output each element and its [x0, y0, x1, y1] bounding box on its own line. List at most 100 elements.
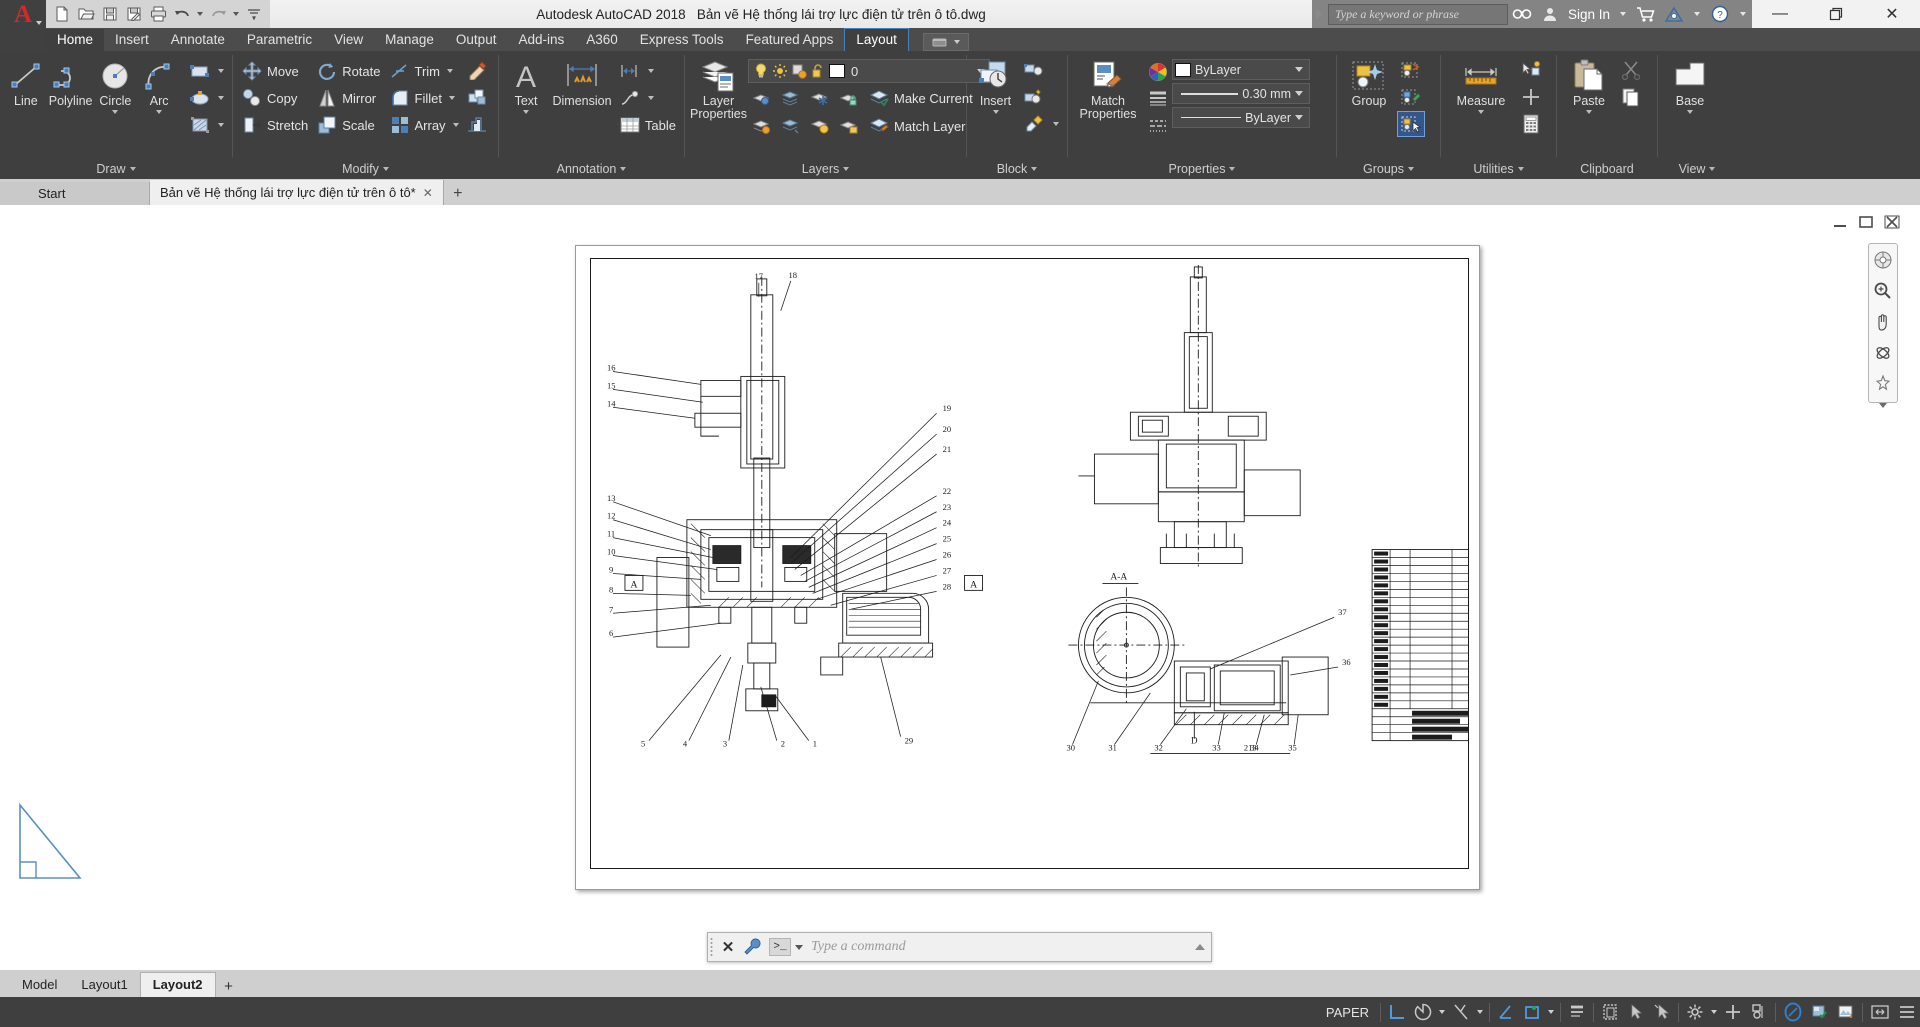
ribbon-panel-switcher[interactable]	[922, 33, 969, 51]
polyline-button[interactable]: Polyline	[48, 57, 94, 110]
orbit-icon[interactable]	[1872, 343, 1894, 363]
object-color-combo[interactable]: ByLayer	[1172, 59, 1310, 80]
add-tools-button[interactable]	[1720, 1000, 1746, 1024]
chevron-down-icon[interactable]	[647, 69, 654, 73]
define-attributes-button[interactable]	[1020, 84, 1048, 110]
help-dropdown-icon[interactable]	[1740, 12, 1746, 16]
stretch-button[interactable]: Stretch	[237, 112, 312, 138]
ribbon-tab-annotate[interactable]: Annotate	[160, 29, 236, 51]
erase-button[interactable]	[463, 57, 491, 83]
match-layer-button[interactable]: Match Layer	[864, 113, 970, 139]
linear-dimension-button[interactable]	[615, 58, 680, 84]
dimension-button[interactable]: Dimension	[549, 57, 615, 110]
layout2-tab[interactable]: Layout2	[139, 972, 216, 997]
modify-panel-title[interactable]: Modify	[233, 159, 498, 179]
layer-isolate-button[interactable]	[748, 85, 776, 111]
arc-button[interactable]: Arc	[137, 57, 181, 116]
show-motion-icon[interactable]	[1872, 374, 1894, 392]
explode-button[interactable]	[463, 84, 491, 110]
point-style-button[interactable]	[1517, 84, 1545, 110]
undo-dropdown-icon[interactable]	[197, 12, 203, 16]
pan-hand-icon[interactable]	[1872, 312, 1894, 332]
lineweight-list-button[interactable]	[1144, 86, 1172, 112]
user-account-icon[interactable]	[1536, 0, 1564, 28]
command-input[interactable]: Type a command	[803, 939, 1189, 955]
layer-unlock-button[interactable]	[835, 113, 863, 139]
move-button[interactable]: Move	[237, 58, 312, 84]
block-panel-title[interactable]: Block	[967, 159, 1067, 179]
paper-layout-sheet[interactable]: A A A-A D 213 17 18 16 15 14 13 12 11 10…	[575, 245, 1480, 890]
chevron-down-icon[interactable]	[1439, 1010, 1445, 1014]
text-button[interactable]: A Text	[503, 57, 549, 116]
navigation-bar[interactable]	[1868, 243, 1898, 408]
layer-unisolate-button[interactable]	[777, 85, 805, 111]
layer-properties-button[interactable]: Layer Properties	[689, 57, 748, 123]
ribbon-tab-express-tools[interactable]: Express Tools	[629, 29, 735, 51]
transparency-button[interactable]	[1597, 1000, 1623, 1024]
scale-button[interactable]: Scale	[312, 112, 384, 138]
open-file-icon[interactable]	[75, 3, 97, 25]
command-line-bar[interactable]: ✕ >_ Type a command	[707, 932, 1212, 962]
workspace-switching-button[interactable]	[1682, 1000, 1708, 1024]
command-history-expand-button[interactable]	[1189, 942, 1211, 952]
search-expand-icon[interactable]	[1315, 9, 1322, 19]
chevron-down-icon[interactable]	[447, 69, 454, 73]
layer-thaw-button[interactable]	[777, 113, 805, 139]
ribbon-tab-layout[interactable]: Layout	[844, 28, 909, 51]
store-cart-icon[interactable]	[1632, 0, 1660, 28]
ribbon-tab-output[interactable]: Output	[445, 29, 508, 51]
chevron-down-icon[interactable]	[1477, 1010, 1483, 1014]
customization-menu-button[interactable]	[1894, 1000, 1920, 1024]
edit-block-button[interactable]	[1020, 111, 1063, 137]
ribbon-tab-featured-apps[interactable]: Featured Apps	[735, 29, 845, 51]
ellipse-button[interactable]	[185, 85, 228, 111]
quick-select-button[interactable]	[1517, 57, 1545, 83]
ribbon-tab-parametric[interactable]: Parametric	[236, 29, 323, 51]
make-current-button[interactable]: Make Current	[864, 85, 977, 111]
groups-panel-title[interactable]: Groups	[1337, 159, 1440, 179]
utilities-panel-title[interactable]: Utilities	[1441, 159, 1556, 179]
hardware-acceleration-button[interactable]	[1833, 1000, 1859, 1024]
color-wheel-button[interactable]	[1144, 59, 1172, 85]
fullscreen-button[interactable]	[1866, 1000, 1894, 1024]
chevron-down-icon[interactable]	[795, 944, 803, 950]
copy-clip-button[interactable]	[1617, 84, 1645, 110]
new-layout-button[interactable]: +	[216, 975, 242, 997]
steering-wheel-icon[interactable]	[1872, 250, 1894, 270]
view-panel-title[interactable]: View	[1658, 159, 1736, 179]
ribbon-tab-addins[interactable]: Add-ins	[507, 29, 575, 51]
chevron-down-icon[interactable]	[992, 110, 999, 114]
app-dropdown-icon[interactable]	[1694, 12, 1700, 16]
plot-icon[interactable]	[147, 3, 169, 25]
qat-customize-icon[interactable]	[243, 3, 265, 25]
copy-button[interactable]: Copy	[237, 85, 312, 111]
ortho-mode-button[interactable]	[1384, 1000, 1410, 1024]
trim-button[interactable]: Trim	[385, 58, 463, 84]
chevron-down-icon[interactable]	[1478, 110, 1484, 114]
rectangle-button[interactable]	[185, 58, 228, 84]
hatch-button[interactable]	[185, 112, 228, 138]
save-as-icon[interactable]	[123, 3, 145, 25]
lineweight-combo[interactable]: 0.30 mm	[1172, 83, 1310, 104]
group-selection-toggle[interactable]	[1397, 111, 1425, 137]
mirror-button[interactable]: Mirror	[312, 85, 384, 111]
sign-in-dropdown-icon[interactable]	[1620, 12, 1626, 16]
redo-dropdown-icon[interactable]	[233, 12, 239, 16]
group-edit-button[interactable]	[1397, 84, 1425, 110]
model-tab[interactable]: Model	[10, 973, 70, 997]
chevron-down-icon[interactable]	[156, 110, 163, 114]
chevron-down-icon[interactable]	[1687, 110, 1693, 114]
new-tab-button[interactable]: +	[444, 182, 472, 205]
paste-button[interactable]: Paste	[1561, 57, 1617, 116]
ribbon-tab-home[interactable]: Home	[46, 29, 105, 51]
document-tab-active[interactable]: Bản vẽ Hệ thống lái trợ lực điện tử trên…	[150, 180, 444, 205]
autodesk-app-icon[interactable]	[1660, 0, 1688, 28]
rotate-button[interactable]: Rotate	[312, 58, 384, 84]
base-view-button[interactable]: Base	[1662, 57, 1718, 116]
properties-panel-title[interactable]: Properties	[1068, 159, 1336, 179]
save-icon[interactable]	[99, 3, 121, 25]
clipboard-panel-title[interactable]: Clipboard	[1557, 159, 1657, 179]
graphics-performance-button[interactable]	[1779, 1000, 1807, 1024]
object-snap-tracking-button[interactable]	[1493, 1000, 1519, 1024]
layout1-tab[interactable]: Layout1	[69, 973, 140, 997]
